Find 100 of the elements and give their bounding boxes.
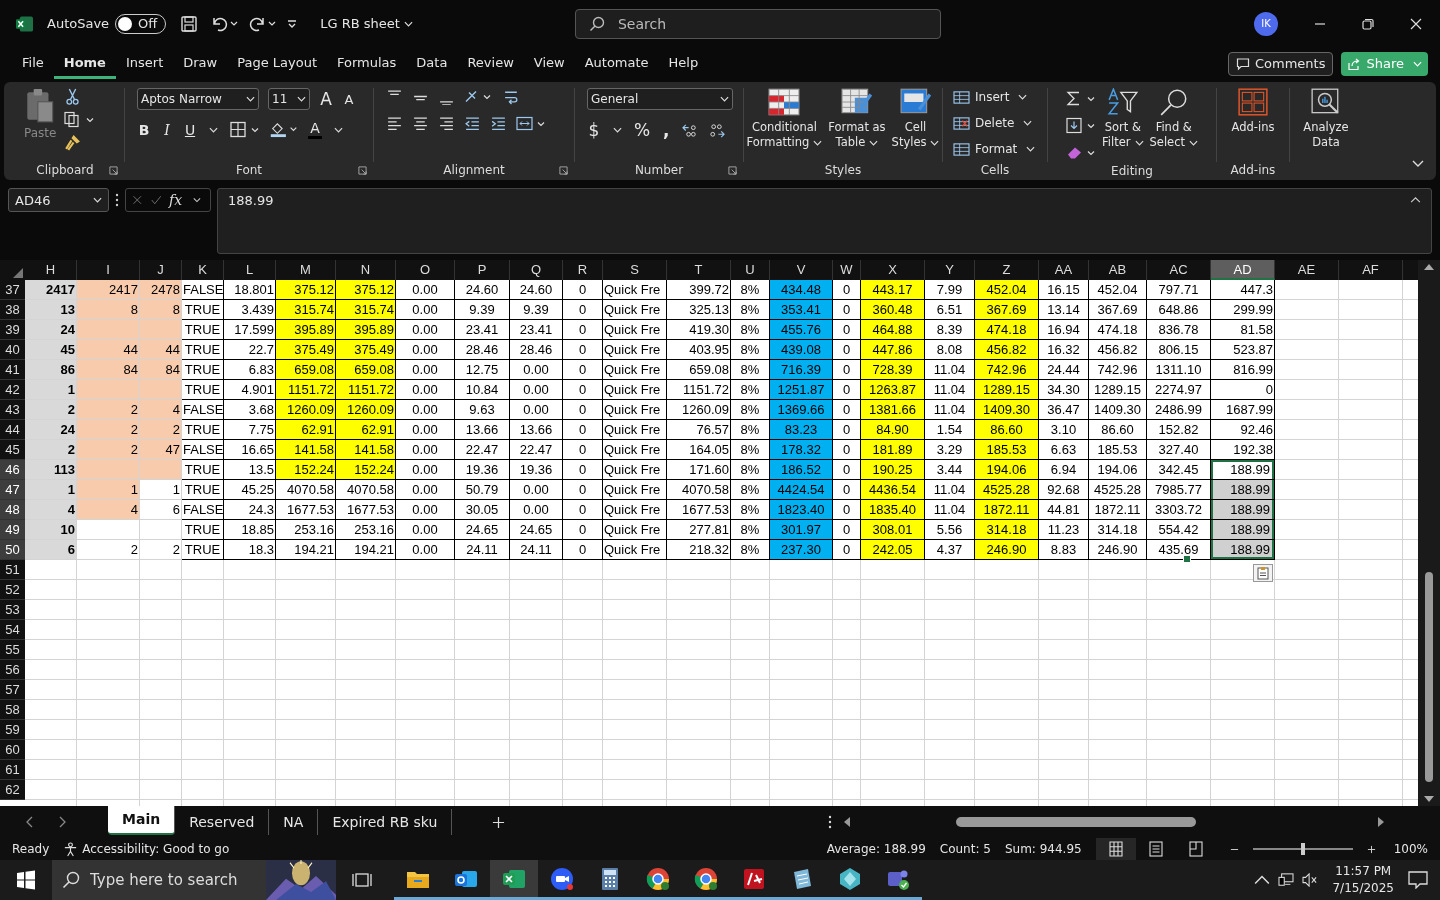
name-box[interactable]: AD46	[8, 188, 109, 212]
vertical-scrollbar[interactable]	[1418, 260, 1440, 806]
column-header[interactable]: K	[182, 260, 224, 280]
cells-button[interactable]: Delete	[953, 112, 1043, 134]
cut-icon[interactable]	[64, 88, 82, 105]
document-title[interactable]: LG RB sheet	[320, 16, 413, 31]
column-header[interactable]: P	[455, 260, 510, 280]
taskbar-search-field[interactable]: Type here to search	[52, 860, 266, 900]
row-header[interactable]: 59	[0, 720, 25, 740]
row-header[interactable]: 38	[0, 300, 25, 320]
row-header[interactable]: 48	[0, 500, 25, 520]
caret-icon[interactable]	[209, 126, 218, 133]
cells-button[interactable]: Insert	[953, 86, 1043, 108]
ribbon-tab[interactable]: Draw	[173, 48, 228, 79]
row-header[interactable]: 58	[0, 700, 25, 720]
show-hidden-icons-icon[interactable]	[1254, 873, 1271, 887]
row-header[interactable]: 39	[0, 320, 25, 340]
scroll-thumb[interactable]	[956, 817, 1196, 827]
row-header[interactable]: 40	[0, 340, 25, 360]
ribbon-tab[interactable]: Page Layout	[227, 48, 327, 79]
row-header[interactable]: 61	[0, 760, 25, 780]
font-color-button[interactable]: A	[308, 120, 322, 139]
customize-toolbar-icon[interactable]	[286, 17, 299, 30]
dialog-launcher-icon[interactable]	[559, 166, 568, 175]
row-header[interactable]: 62	[0, 780, 25, 800]
ribbon-tab[interactable]: Insert	[115, 48, 174, 79]
start-icon[interactable]	[16, 870, 36, 890]
ribbon-tab[interactable]: Review	[457, 48, 524, 79]
row-header[interactable]: 53	[0, 600, 25, 620]
row-header[interactable]: 56	[0, 660, 25, 680]
styles-button[interactable]: Cell Styles	[891, 88, 940, 160]
restore-icon[interactable]	[1362, 17, 1374, 30]
increase-indent-icon[interactable]	[490, 115, 507, 132]
dialog-launcher-icon[interactable]	[358, 166, 367, 175]
dialog-launcher-icon[interactable]	[109, 166, 118, 175]
row-header[interactable]: 47	[0, 480, 25, 500]
fill-handle[interactable]	[1183, 555, 1191, 563]
caret-icon[interactable]	[193, 197, 201, 203]
align-right-icon[interactable]	[438, 115, 455, 132]
analyze-data-button[interactable]: Analyze Data	[1303, 88, 1349, 180]
column-header[interactable]: O	[396, 260, 455, 280]
percent-button[interactable]: %	[634, 120, 651, 140]
select-all-icon[interactable]	[13, 268, 23, 278]
autosum-icon[interactable]	[1066, 90, 1096, 107]
scroll-up-icon[interactable]	[1424, 264, 1434, 270]
row-header[interactable]: 42	[0, 380, 25, 400]
row-header[interactable]: 51	[0, 560, 25, 580]
zoom-level[interactable]: 100%	[1393, 842, 1428, 856]
dialog-launcher-icon[interactable]	[728, 166, 737, 175]
sheet-app-icon[interactable]	[490, 860, 538, 900]
add-ins-button[interactable]: Add-ins	[1231, 88, 1275, 160]
add-sheet-icon[interactable]	[492, 815, 506, 829]
collapse-ribbon-icon[interactable]	[1412, 160, 1424, 168]
row-header[interactable]: 43	[0, 400, 25, 420]
decrease-font-button[interactable]: A	[342, 91, 356, 107]
ribbon-tab[interactable]: Formulas	[327, 48, 407, 79]
sheet-tab[interactable]: NA	[269, 809, 319, 835]
row-header[interactable]: 46	[0, 460, 25, 480]
ribbon-tab[interactable]: Home	[53, 48, 116, 79]
align-center-icon[interactable]	[412, 115, 429, 132]
previous-sheet-icon[interactable]	[26, 816, 34, 828]
clock-button[interactable]: 11:57 PM 7/15/2025	[1332, 863, 1394, 897]
close-icon[interactable]	[1410, 17, 1422, 30]
fill-color-icon[interactable]	[269, 121, 299, 138]
cancel-icon[interactable]	[132, 194, 143, 206]
collapse-icon[interactable]	[1410, 196, 1421, 203]
muted-speaker-icon[interactable]	[1302, 873, 1319, 887]
row-header[interactable]: 50	[0, 540, 25, 560]
sheet-tab[interactable]: Main	[108, 805, 176, 835]
column-header[interactable]: T	[667, 260, 731, 280]
row-header[interactable]: 57	[0, 680, 25, 700]
row-header[interactable]: 54	[0, 620, 25, 640]
caret-icon[interactable]	[613, 127, 622, 133]
sheet-tab[interactable]: Reserved	[175, 809, 270, 835]
editing-button[interactable]: Sort & Filter	[1102, 88, 1144, 161]
decrease-indent-icon[interactable]	[464, 115, 481, 132]
decrease-decimal-icon[interactable]	[708, 121, 726, 139]
comma-style-button[interactable]: ,	[659, 120, 674, 140]
zoom-in-icon[interactable]	[1366, 844, 1376, 854]
column-header[interactable]: R	[563, 260, 603, 280]
row-header[interactable]: 52	[0, 580, 25, 600]
ribbon-tab[interactable]: Help	[658, 48, 709, 79]
align-left-icon[interactable]	[386, 115, 403, 132]
number-format-field[interactable]: General	[587, 88, 733, 110]
column-header[interactable]: L	[224, 260, 276, 280]
formula-field[interactable]: 188.99	[217, 188, 1432, 254]
column-header[interactable]: AE	[1275, 260, 1339, 280]
insert-function-button[interactable]: fx	[169, 192, 183, 208]
fill-icon[interactable]	[1066, 117, 1096, 134]
ribbon-tab[interactable]: Automate	[574, 48, 659, 79]
ribbon-tab[interactable]: Data	[406, 48, 458, 79]
bold-button[interactable]: B	[137, 121, 151, 138]
enter-icon[interactable]	[150, 194, 162, 206]
column-header[interactable]: Q	[510, 260, 563, 280]
row-header[interactable]: 37	[0, 280, 25, 300]
paste-button[interactable]: Paste	[24, 86, 57, 160]
underline-button[interactable]: U	[183, 121, 197, 138]
column-header[interactable]: W	[833, 260, 861, 280]
accessibility-button[interactable]: Accessibility: Good to go	[63, 841, 230, 857]
more-icon[interactable]	[115, 193, 119, 207]
